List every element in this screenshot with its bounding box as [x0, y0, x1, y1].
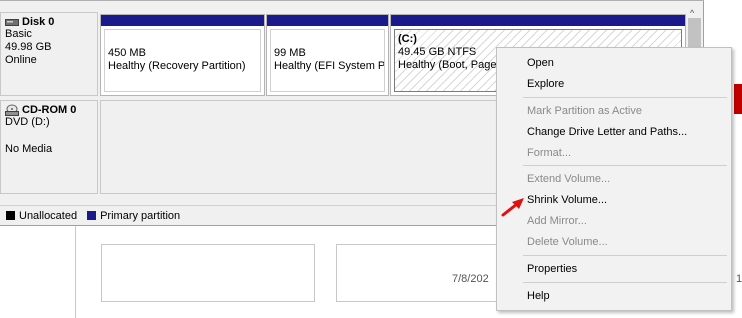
partition-drive-letter: (C:)	[398, 33, 417, 45]
partition-type-bar	[101, 15, 264, 26]
menu-item-add-mirror[interactable]: Add Mirror...	[527, 214, 587, 228]
disk-0-status: Online	[5, 54, 37, 66]
partition-size: 450 MB	[108, 47, 146, 59]
background-edge-number: 1	[736, 273, 742, 285]
disk-0-label[interactable]: Disk 0 Basic 49.98 GB Online	[0, 12, 98, 96]
menu-item-help[interactable]: Help	[527, 289, 550, 303]
menu-item-properties[interactable]: Properties	[527, 262, 577, 276]
menu-item-explore[interactable]: Explore	[527, 77, 564, 91]
unallocated-swatch-icon	[6, 211, 15, 220]
partition-recovery[interactable]: 450 MB Healthy (Recovery Partition)	[100, 14, 265, 96]
partition-status: Healthy (EFI System Pa	[274, 60, 385, 72]
partition-type-bar	[391, 15, 685, 26]
partition-efi[interactable]: 99 MB Healthy (EFI System Pa	[266, 14, 389, 96]
cdrom-0-type: DVD (D:)	[5, 116, 50, 128]
red-arrow-icon	[501, 198, 524, 217]
menu-item-change-drive-letter[interactable]: Change Drive Letter and Paths...	[527, 125, 687, 139]
background-card	[101, 244, 315, 302]
menu-item-open[interactable]: Open	[527, 56, 554, 70]
menu-item-extend-volume[interactable]: Extend Volume...	[527, 172, 610, 186]
context-menu: Open Explore Mark Partition as Active Ch…	[496, 47, 732, 311]
legend-primary: Primary partition	[100, 209, 181, 222]
background-date: 7/8/202	[452, 273, 489, 285]
menu-item-mark-active[interactable]: Mark Partition as Active	[527, 104, 642, 118]
background-red-strip	[734, 84, 742, 114]
menu-separator	[523, 255, 727, 256]
disk-icon	[5, 18, 19, 26]
cdrom-0-status: No Media	[5, 143, 53, 155]
cdrom-0-label[interactable]: CD-ROM 0 DVD (D:) No Media	[0, 100, 98, 194]
cd-drive-icon	[5, 104, 19, 116]
partition-type-bar	[267, 15, 388, 26]
partition-status: Healthy (Recovery Partition)	[108, 60, 246, 72]
menu-item-delete-volume[interactable]: Delete Volume...	[527, 235, 608, 249]
disk-0-size: 49.98 GB	[5, 41, 52, 53]
legend-unallocated: Unallocated	[19, 209, 78, 222]
disk-0-name: Disk 0	[22, 16, 55, 28]
disk-0-type: Basic	[5, 28, 32, 40]
menu-separator	[523, 97, 727, 98]
menu-separator	[523, 282, 727, 283]
menu-item-shrink-volume[interactable]: Shrink Volume...	[527, 193, 607, 207]
partition-size: 99 MB	[274, 47, 306, 59]
cdrom-0-name: CD-ROM 0	[22, 104, 77, 116]
menu-separator	[523, 165, 727, 166]
primary-swatch-icon	[87, 211, 97, 220]
panel-top-border	[0, 0, 704, 6]
scroll-up-icon[interactable]: ^	[690, 8, 694, 18]
menu-item-format[interactable]: Format...	[527, 146, 571, 160]
lower-divider	[75, 226, 76, 318]
